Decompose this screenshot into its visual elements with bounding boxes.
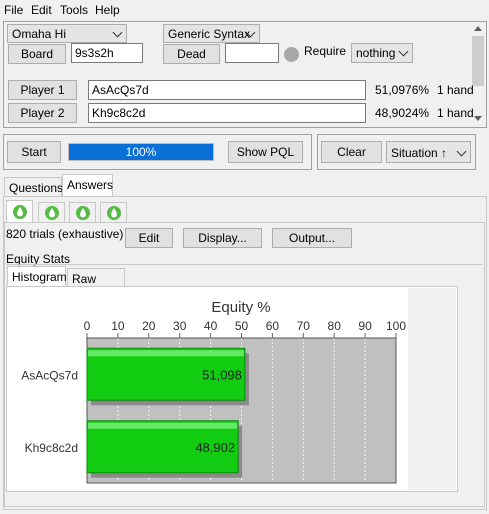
x-tick-label: 70	[297, 319, 311, 333]
category-label: Kh9c8c2d	[25, 441, 78, 455]
x-axis-ticks: 0 10 20 30 40 50 60 70 80 90 100	[84, 319, 406, 338]
bar-value-label: 51,098	[202, 367, 242, 382]
x-tick-label: 60	[266, 319, 280, 333]
x-tick-label: 30	[173, 319, 187, 333]
category-label: AsAcQs7d	[21, 368, 78, 382]
chart-title: Equity %	[211, 299, 270, 316]
x-tick-label: 80	[328, 319, 342, 333]
category-labels: AsAcQs7d Kh9c8c2d	[21, 368, 78, 455]
x-tick-label: 0	[84, 319, 91, 333]
bar-value-label: 48,902	[195, 440, 235, 455]
bar-highlight	[88, 350, 244, 357]
x-tick-label: 90	[358, 319, 372, 333]
x-tick-label: 10	[111, 319, 125, 333]
x-tick-label: 50	[235, 319, 249, 333]
x-tick-label: 20	[142, 319, 156, 333]
bar-highlight	[88, 422, 238, 429]
equity-chart: Equity % 0 10 20 30 40 50 60 70 80 90 100 51,098 48…	[21, 299, 406, 484]
x-tick-label: 100	[386, 319, 406, 333]
x-tick-label: 40	[204, 319, 218, 333]
